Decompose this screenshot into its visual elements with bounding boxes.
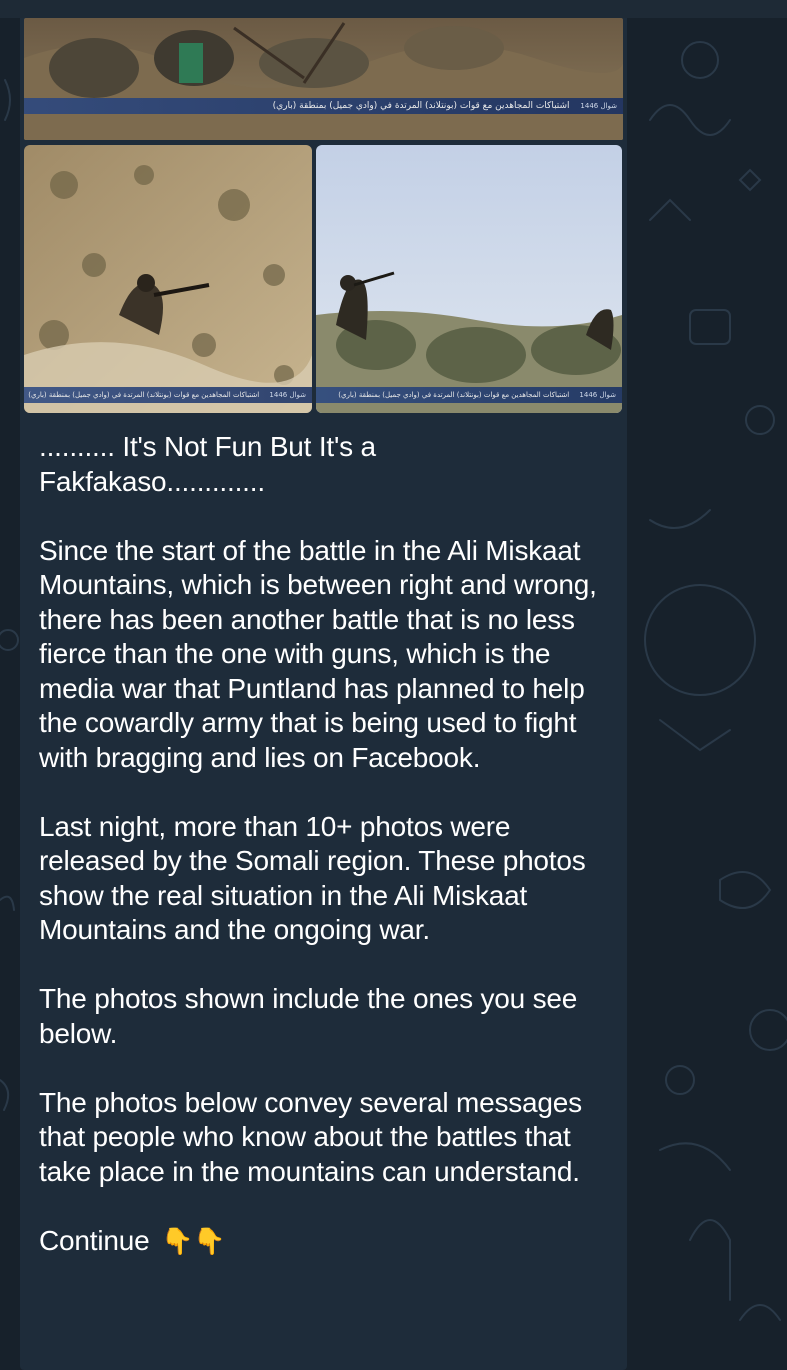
photo-3-image — [316, 145, 622, 413]
photo-2-image — [24, 145, 312, 413]
photo-2-tag: شوال 1446 — [269, 391, 306, 399]
paragraph-2: Last night, more than 10+ photos were re… — [39, 810, 586, 946]
photo-2-caption: شوال 1446 اشتباكات المجاهدين مع قوات (بو… — [24, 387, 312, 403]
photo-3-caption: شوال 1446 اشتباكات المجاهدين مع قوات (بو… — [316, 387, 622, 403]
photo-3-tag: شوال 1446 — [579, 391, 616, 399]
photo-1-tag: شوال 1446 — [580, 102, 617, 110]
photo-1-caption-text: اشتباكات المجاهدين مع قوات (بونتلاند) ال… — [272, 101, 570, 111]
continue-line: Continue 👇👇 — [39, 1224, 609, 1259]
continue-label: Continue — [39, 1224, 150, 1256]
pointing-down-icon: 👇👇 — [161, 1225, 226, 1256]
photo-1[interactable]: شوال 1446 اشتباكات المجاهدين مع قوات (بو… — [24, 18, 623, 140]
photo-2[interactable]: شوال 1446 اشتباكات المجاهدين مع قوات (بو… — [24, 145, 312, 413]
paragraph-4: The photos below convey several messages… — [39, 1086, 582, 1187]
message-title: .......... It's Not Fun But It's a Fakfa… — [39, 430, 609, 499]
message-bubble: شوال 1446 اشتباكات المجاهدين مع قوات (بو… — [20, 18, 627, 1370]
photo-1-image — [24, 18, 623, 140]
photo-3-caption-text: اشتباكات المجاهدين مع قوات (بونتلاند) ال… — [338, 391, 570, 399]
photo-3[interactable]: شوال 1446 اشتباكات المجاهدين مع قوات (بو… — [316, 145, 622, 413]
photo-2-caption-text: اشتباكات المجاهدين مع قوات (بونتلاند) ال… — [28, 391, 260, 399]
title-line-2: Fakfakaso............. — [39, 465, 265, 497]
paragraph-1: Since the start of the battle in the Ali… — [39, 534, 597, 773]
photo-1-caption: شوال 1446 اشتباكات المجاهدين مع قوات (بو… — [24, 98, 623, 114]
title-line-1: .......... It's Not Fun But It's a — [39, 431, 376, 462]
paragraph-3: The photos shown include the ones you se… — [39, 983, 578, 1049]
message-text: .......... It's Not Fun But It's a Fakfa… — [39, 430, 609, 1258]
